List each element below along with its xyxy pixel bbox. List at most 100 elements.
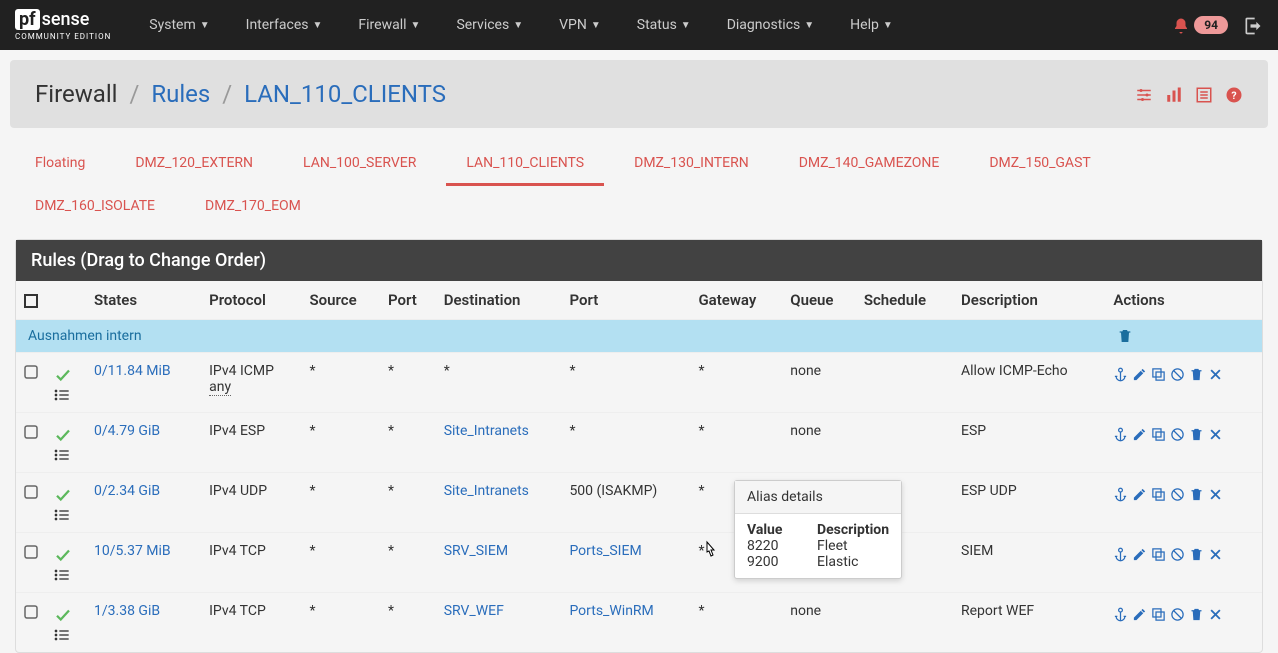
row-queue: none xyxy=(782,593,856,653)
row-dport: * xyxy=(561,353,690,413)
caret-icon: ▼ xyxy=(681,20,691,31)
row-gateway: * xyxy=(690,353,782,413)
tab-floating[interactable]: Floating xyxy=(15,143,105,186)
copy-icon[interactable] xyxy=(1151,423,1166,442)
breadcrumb-interface[interactable]: LAN_110_CLIENTS xyxy=(244,80,446,108)
row-description: Report WEF xyxy=(953,593,1105,653)
tab-lan-100[interactable]: LAN_100_SERVER xyxy=(283,143,436,186)
row-checkbox[interactable] xyxy=(16,353,46,413)
tab-dmz-130[interactable]: DMZ_130_INTERN xyxy=(614,143,769,186)
disable-icon[interactable] xyxy=(1170,543,1185,562)
close-icon[interactable] xyxy=(1208,363,1223,382)
nav-system[interactable]: System▼ xyxy=(131,2,227,48)
notifications[interactable]: 94 xyxy=(1172,15,1228,36)
delete-icon[interactable] xyxy=(1189,363,1204,382)
row-source: * xyxy=(302,593,380,653)
row-checkbox[interactable] xyxy=(16,413,46,473)
edit-icon[interactable] xyxy=(1132,483,1147,502)
row-source: * xyxy=(302,353,380,413)
row-states[interactable]: 1/3.38 GiB xyxy=(86,593,201,653)
logo[interactable]: pf sense COMMUNITY EDITION xyxy=(15,9,111,41)
copy-icon[interactable] xyxy=(1151,603,1166,622)
copy-icon[interactable] xyxy=(1151,543,1166,562)
anchor-icon[interactable] xyxy=(1113,603,1128,622)
row-dest: Site_Intranets xyxy=(436,413,562,473)
row-dport: 500 (ISAKMP) xyxy=(561,473,690,533)
table-row[interactable]: 10/5.37 MiB IPv4 TCP * * SRV_SIEM Ports_… xyxy=(16,533,1262,593)
close-icon[interactable] xyxy=(1208,603,1223,622)
delete-icon[interactable] xyxy=(1189,483,1204,502)
disable-icon[interactable] xyxy=(1170,363,1185,382)
chart-icon[interactable] xyxy=(1165,84,1183,105)
row-protocol: IPv4 TCP xyxy=(201,533,301,593)
pass-icon xyxy=(54,363,78,384)
dest-alias[interactable]: Site_Intranets xyxy=(444,423,529,439)
logout-icon[interactable] xyxy=(1243,14,1263,35)
table-row[interactable]: 0/2.34 GiB IPv4 UDP * * Site_Intranets 5… xyxy=(16,473,1262,533)
table-row[interactable]: 0/4.79 GiB IPv4 ESP * * Site_Intranets *… xyxy=(16,413,1262,473)
disable-icon[interactable] xyxy=(1170,603,1185,622)
row-dest: SRV_SIEM xyxy=(436,533,562,593)
tab-dmz-160[interactable]: DMZ_160_ISOLATE xyxy=(15,186,175,229)
pass-icon xyxy=(54,543,78,564)
delete-icon[interactable] xyxy=(1189,603,1204,622)
settings-icon[interactable] xyxy=(1135,84,1153,105)
dport-alias[interactable]: Ports_SIEM xyxy=(569,543,641,559)
copy-icon[interactable] xyxy=(1151,483,1166,502)
row-states[interactable]: 10/5.37 MiB xyxy=(86,533,201,593)
row-states[interactable]: 0/4.79 GiB xyxy=(86,413,201,473)
delete-icon[interactable] xyxy=(1189,543,1204,562)
row-states[interactable]: 0/11.84 MiB xyxy=(86,353,201,413)
breadcrumb-firewall: Firewall xyxy=(35,80,118,108)
row-checkbox[interactable] xyxy=(16,533,46,593)
row-sport: * xyxy=(380,473,436,533)
anchor-icon[interactable] xyxy=(1113,423,1128,442)
delete-icon[interactable] xyxy=(1189,423,1204,442)
close-icon[interactable] xyxy=(1208,543,1223,562)
tab-dmz-140[interactable]: DMZ_140_GAMEZONE xyxy=(779,143,960,186)
close-icon[interactable] xyxy=(1208,423,1223,442)
edit-icon[interactable] xyxy=(1132,603,1147,622)
dest-alias[interactable]: Site_Intranets xyxy=(444,483,529,499)
help-icon[interactable]: ? xyxy=(1225,84,1243,105)
col-select-all[interactable] xyxy=(16,281,46,320)
nav-diagnostics[interactable]: Diagnostics▼ xyxy=(709,2,832,48)
table-row[interactable]: 0/11.84 MiB IPv4 ICMPany * * * * * none … xyxy=(16,353,1262,413)
separator-delete[interactable] xyxy=(1105,320,1262,353)
nav-vpn[interactable]: VPN▼ xyxy=(541,2,619,48)
dest-alias[interactable]: SRV_WEF xyxy=(444,603,504,619)
nav-help[interactable]: Help▼ xyxy=(832,2,911,48)
tab-dmz-150[interactable]: DMZ_150_GAST xyxy=(969,143,1110,186)
edit-icon[interactable] xyxy=(1132,423,1147,442)
caret-icon: ▼ xyxy=(313,20,323,31)
dport-alias[interactable]: Ports_WinRM xyxy=(569,603,653,619)
table-row[interactable]: 1/3.38 GiB IPv4 TCP * * SRV_WEF Ports_Wi… xyxy=(16,593,1262,653)
nav-status[interactable]: Status▼ xyxy=(619,2,709,48)
log-icon[interactable] xyxy=(1195,84,1213,105)
disable-icon[interactable] xyxy=(1170,423,1185,442)
logo-sense: sense xyxy=(42,9,90,30)
tab-dmz-120[interactable]: DMZ_120_EXTERN xyxy=(115,143,273,186)
anchor-icon[interactable] xyxy=(1113,483,1128,502)
anchor-icon[interactable] xyxy=(1113,363,1128,382)
row-checkbox[interactable] xyxy=(16,593,46,653)
row-states[interactable]: 0/2.34 GiB xyxy=(86,473,201,533)
row-checkbox[interactable] xyxy=(16,473,46,533)
disable-icon[interactable] xyxy=(1170,483,1185,502)
nav-interfaces[interactable]: Interfaces▼ xyxy=(228,2,341,48)
dest-alias[interactable]: SRV_SIEM xyxy=(444,543,508,559)
close-icon[interactable] xyxy=(1208,483,1223,502)
notification-count: 94 xyxy=(1194,16,1228,34)
breadcrumb-rules[interactable]: Rules xyxy=(151,80,210,108)
row-queue: none xyxy=(782,353,856,413)
col-sport: Port xyxy=(380,281,436,320)
edit-icon[interactable] xyxy=(1132,363,1147,382)
tab-dmz-170[interactable]: DMZ_170_EOM xyxy=(185,186,321,229)
row-gateway: * xyxy=(690,413,782,473)
copy-icon[interactable] xyxy=(1151,363,1166,382)
tab-lan-110[interactable]: LAN_110_CLIENTS xyxy=(446,143,604,186)
nav-firewall[interactable]: Firewall▼ xyxy=(340,2,438,48)
nav-services[interactable]: Services▼ xyxy=(438,2,541,48)
anchor-icon[interactable] xyxy=(1113,543,1128,562)
edit-icon[interactable] xyxy=(1132,543,1147,562)
